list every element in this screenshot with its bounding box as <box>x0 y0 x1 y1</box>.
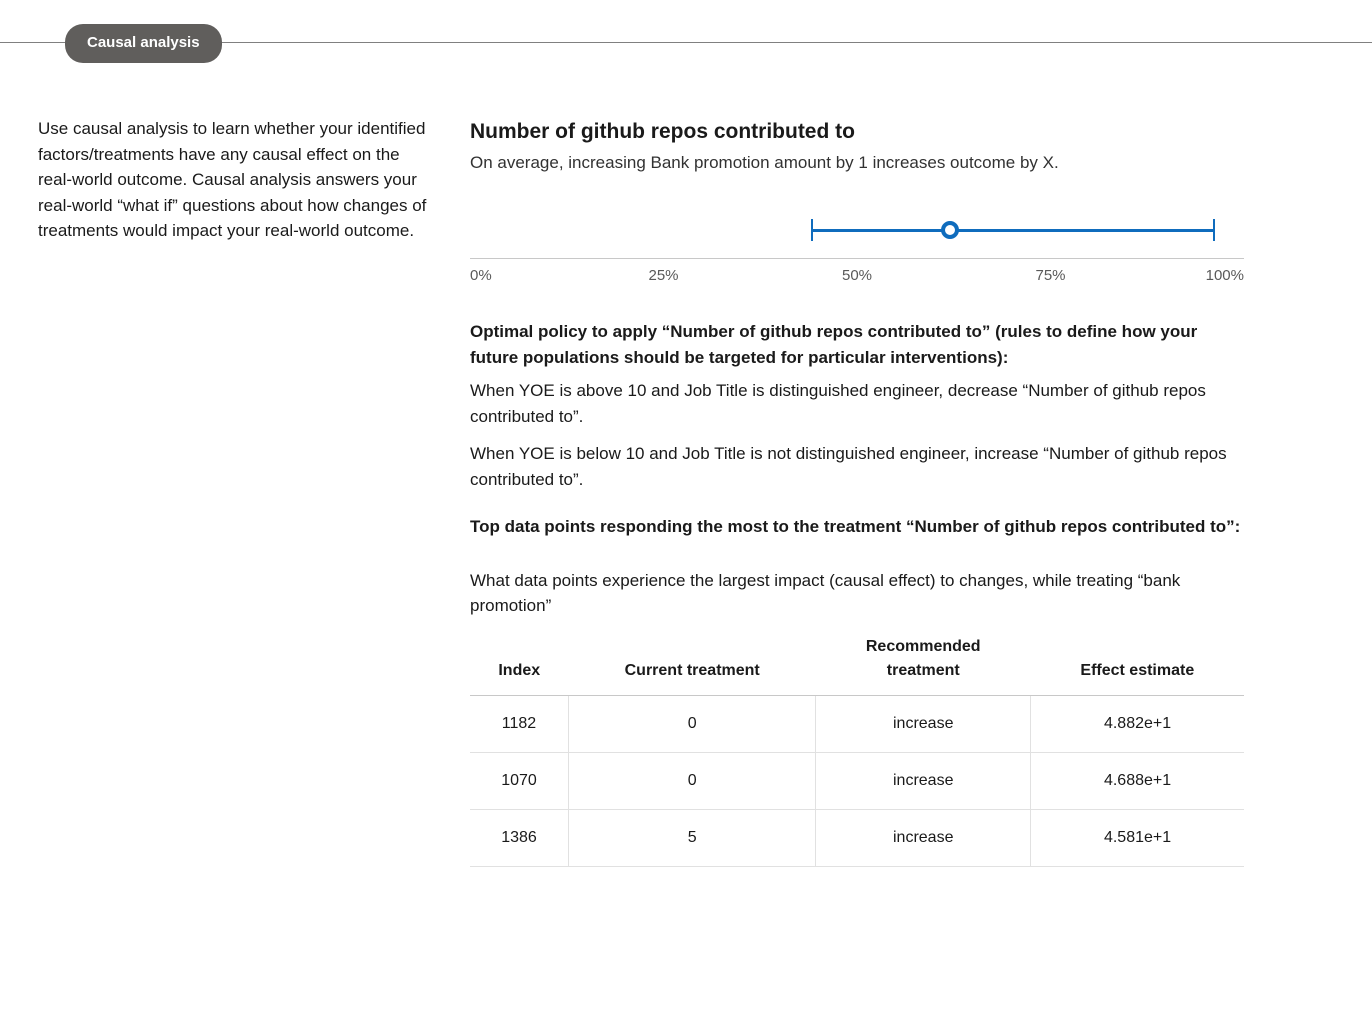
detail-panel: Number of github repos contributed to On… <box>470 116 1334 867</box>
axis-tick: 100% <box>1206 265 1244 288</box>
table-row: 10700increase4.688e+1 <box>470 752 1244 809</box>
table-cell: 0 <box>569 695 816 752</box>
point-estimate-marker <box>941 221 959 239</box>
tab-bar: Causal analysis <box>0 20 1372 64</box>
table-cell: increase <box>816 695 1031 752</box>
table-cell: increase <box>816 809 1031 866</box>
table-cell: 5 <box>569 809 816 866</box>
intro-panel: Use causal analysis to learn whether you… <box>38 116 430 867</box>
axis-tick: 25% <box>648 265 678 288</box>
axis-tick: 0% <box>470 265 492 288</box>
table-header-cell: Current treatment <box>569 627 816 696</box>
optimal-policy-heading: Optimal policy to apply “Number of githu… <box>470 319 1244 370</box>
table-header-cell: Index <box>470 627 569 696</box>
axis-tick: 75% <box>1035 265 1065 288</box>
axis-tick: 50% <box>842 265 872 288</box>
table-cell: 4.581e+1 <box>1031 809 1244 866</box>
top-datapoints-heading: Top data points responding the most to t… <box>470 514 1244 540</box>
policy-rule: When YOE is above 10 and Job Title is di… <box>470 378 1244 429</box>
intro-text: Use causal analysis to learn whether you… <box>38 116 430 244</box>
ci-high-whisker <box>1213 219 1215 241</box>
x-axis-ticks: 0% 25% 50% 75% 100% <box>470 259 1244 285</box>
table-header-cell: Recommendedtreatment <box>816 627 1031 696</box>
table-cell: 4.688e+1 <box>1031 752 1244 809</box>
table-row: 11820increase4.882e+1 <box>470 695 1244 752</box>
table-header-row: IndexCurrent treatmentRecommendedtreatme… <box>470 627 1244 696</box>
feature-title: Number of github repos contributed to <box>470 116 1244 148</box>
table-header-cell: Effect estimate <box>1031 627 1244 696</box>
table-row: 13865increase4.581e+1 <box>470 809 1244 866</box>
tab-causal-analysis[interactable]: Causal analysis <box>65 24 222 63</box>
feature-subtitle: On average, increasing Bank promotion am… <box>470 150 1244 176</box>
table-cell: 1070 <box>470 752 569 809</box>
top-datapoints-table: IndexCurrent treatmentRecommendedtreatme… <box>470 627 1244 867</box>
chart-plot-area <box>470 209 1244 259</box>
ci-bar <box>811 229 1213 232</box>
policy-rule: When YOE is below 10 and Job Title is no… <box>470 441 1244 492</box>
content: Use causal analysis to learn whether you… <box>0 64 1372 907</box>
table-cell: 1182 <box>470 695 569 752</box>
table-cell: 4.882e+1 <box>1031 695 1244 752</box>
table-cell: 0 <box>569 752 816 809</box>
table-cell: increase <box>816 752 1031 809</box>
causal-effect-chart: 0% 25% 50% 75% 100% <box>470 209 1244 297</box>
top-datapoints-description: What data points experience the largest … <box>470 568 1244 619</box>
table-cell: 1386 <box>470 809 569 866</box>
policy-rules: When YOE is above 10 and Job Title is di… <box>470 378 1244 492</box>
